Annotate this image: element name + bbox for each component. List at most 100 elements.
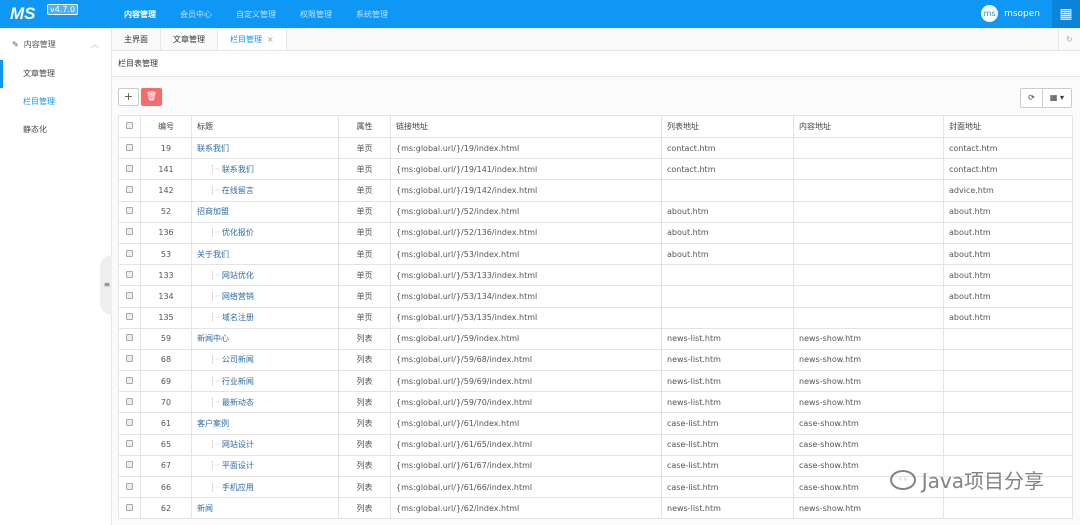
row-checkbox[interactable]	[118, 370, 141, 393]
cell-id: 19	[140, 136, 192, 160]
cell-link: {ms:global.url/}/59/69/index.html	[390, 370, 662, 393]
cell-type: 列表	[338, 391, 391, 414]
tab-columns[interactable]: 栏目管理 ×	[218, 28, 287, 50]
title-link[interactable]: 网站优化	[210, 271, 254, 280]
cell-list: news-list.htm	[661, 497, 794, 520]
table-row[interactable]: 133 网站优化 单页 {ms:global.url/}/53/133/inde…	[118, 264, 1073, 287]
columns-dropdown-button[interactable]: ▦ ▾	[1041, 89, 1071, 107]
tab-articles[interactable]: 文章管理	[161, 28, 218, 50]
cell-link: {ms:global.url/}/53/133/index.html	[390, 264, 662, 287]
cell-list: contact.htm	[661, 136, 794, 160]
cell-title: 客户案例	[191, 412, 339, 435]
table-row[interactable]: 134 网络营销 单页 {ms:global.url/}/53/134/inde…	[118, 285, 1073, 308]
refresh-button[interactable]: ⟳	[1021, 89, 1042, 107]
tab-home[interactable]: 主界面	[112, 28, 161, 50]
sidebar-group-content[interactable]: ✎ 内容管理 ︿	[0, 28, 111, 60]
row-checkbox[interactable]	[118, 391, 141, 414]
title-link[interactable]: 公司新闻	[210, 355, 254, 364]
table-row[interactable]: 59 新闻中心 列表 {ms:global.url/}/59/index.htm…	[118, 327, 1073, 350]
title-link[interactable]: 新闻	[197, 504, 213, 513]
title-link[interactable]: 联系我们	[197, 144, 229, 153]
row-checkbox[interactable]	[118, 221, 141, 244]
nav-custom[interactable]: 自定义管理	[236, 9, 276, 20]
title-link[interactable]: 招商加盟	[197, 207, 229, 216]
row-checkbox[interactable]	[118, 200, 141, 223]
table-row[interactable]: 68 公司新闻 列表 {ms:global.url/}/59/68/index.…	[118, 348, 1073, 372]
row-checkbox[interactable]	[118, 454, 141, 478]
table-row[interactable]: 135 域名注册 单页 {ms:global.url/}/53/135/inde…	[118, 306, 1073, 329]
title-link[interactable]: 平面设计	[210, 461, 254, 470]
row-checkbox[interactable]	[118, 433, 141, 456]
header-content[interactable]: 内容地址	[793, 115, 944, 138]
row-checkbox[interactable]	[118, 136, 141, 160]
add-button[interactable]: +	[118, 88, 139, 106]
title-link[interactable]: 在线留言	[210, 186, 254, 195]
title-link[interactable]: 关于我们	[197, 250, 229, 259]
row-checkbox[interactable]	[118, 179, 141, 202]
cell-cover	[943, 327, 1073, 350]
cell-list: case-list.htm	[661, 475, 794, 499]
nav-system[interactable]: 系统管理	[356, 9, 388, 20]
row-checkbox[interactable]	[118, 327, 141, 350]
cell-content	[793, 285, 944, 308]
title-link[interactable]: 联系我们	[210, 165, 254, 174]
header-link[interactable]: 链接地址	[390, 115, 662, 138]
row-checkbox[interactable]	[118, 158, 141, 181]
select-all-checkbox[interactable]	[118, 115, 141, 138]
title-link[interactable]: 手机应用	[210, 483, 254, 492]
table-row[interactable]: 69 行业新闻 列表 {ms:global.url/}/59/69/index.…	[118, 370, 1073, 393]
close-icon[interactable]: ×	[267, 35, 274, 44]
apps-grid-icon[interactable]: ▦	[1052, 0, 1080, 28]
table-row[interactable]: 136 优化报价 单页 {ms:global.url/}/52/136/inde…	[118, 221, 1073, 244]
title-link[interactable]: 优化报价	[210, 228, 254, 237]
cell-id: 68	[140, 348, 192, 372]
row-checkbox[interactable]	[118, 264, 141, 287]
title-link[interactable]: 行业新闻	[210, 377, 254, 386]
title-link[interactable]: 客户案例	[197, 419, 229, 428]
sidebar-item-static[interactable]: 静态化	[0, 116, 111, 144]
title-link[interactable]: 新闻中心	[197, 334, 229, 343]
table-row[interactable]: 70 最新动态 列表 {ms:global.url/}/59/70/index.…	[118, 391, 1073, 414]
table-row[interactable]: 142 在线留言 单页 {ms:global.url/}/19/142/inde…	[118, 179, 1073, 202]
cell-link: {ms:global.url/}/59/70/index.html	[390, 391, 662, 414]
row-checkbox[interactable]	[118, 348, 141, 372]
header-title[interactable]: 标题	[191, 115, 339, 138]
header-id[interactable]: 编号	[140, 115, 192, 138]
sidebar-item-articles[interactable]: 文章管理	[0, 60, 111, 88]
header-cover[interactable]: 封面地址	[943, 115, 1073, 138]
cell-type: 单页	[338, 179, 391, 202]
cell-list: news-list.htm	[661, 327, 794, 350]
row-checkbox[interactable]	[118, 285, 141, 308]
sidebar-item-columns[interactable]: 栏目管理	[0, 88, 111, 116]
table-row[interactable]: 19 联系我们 单页 {ms:global.url/}/19/index.htm…	[118, 136, 1073, 160]
table-row[interactable]: 62 新闻 列表 {ms:global.url/}/62/index.html …	[118, 497, 1073, 520]
cell-cover	[943, 370, 1073, 393]
title-link[interactable]: 域名注册	[210, 313, 254, 322]
row-checkbox[interactable]	[118, 412, 141, 435]
table-row[interactable]: 53 关于我们 单页 {ms:global.url/}/53/index.htm…	[118, 242, 1073, 266]
title-link[interactable]: 最新动态	[210, 398, 254, 407]
table-row[interactable]: 61 客户案例 列表 {ms:global.url/}/61/index.htm…	[118, 412, 1073, 435]
row-checkbox[interactable]	[118, 497, 141, 520]
table-row[interactable]: 52 招商加盟 单页 {ms:global.url/}/52/index.htm…	[118, 200, 1073, 223]
refresh-tab-icon[interactable]: ↻	[1058, 28, 1080, 51]
cell-link: {ms:global.url/}/53/135/index.html	[390, 306, 662, 329]
title-link[interactable]: 网站设计	[210, 440, 254, 449]
cell-link: {ms:global.url/}/61/67/index.html	[390, 454, 662, 478]
table-row[interactable]: 65 网站设计 列表 {ms:global.url/}/61/65/index.…	[118, 433, 1073, 456]
header-list[interactable]: 列表地址	[661, 115, 794, 138]
table-row[interactable]: 141 联系我们 单页 {ms:global.url/}/19/141/inde…	[118, 158, 1073, 181]
cell-link: {ms:global.url/}/53/134/index.html	[390, 285, 662, 308]
user-menu[interactable]: ms msopen	[981, 5, 1040, 22]
nav-permission[interactable]: 权限管理	[300, 9, 332, 20]
row-checkbox[interactable]	[118, 242, 141, 266]
title-link[interactable]: 网络营销	[210, 292, 254, 301]
nav-content[interactable]: 内容管理	[124, 9, 156, 20]
row-checkbox[interactable]	[118, 306, 141, 329]
row-checkbox[interactable]	[118, 475, 141, 499]
nav-member[interactable]: 会员中心	[180, 9, 212, 20]
cell-cover	[943, 348, 1073, 372]
header-type[interactable]: 属性	[338, 115, 391, 138]
cell-content	[793, 158, 944, 181]
delete-button[interactable]: 🗑	[141, 88, 162, 106]
